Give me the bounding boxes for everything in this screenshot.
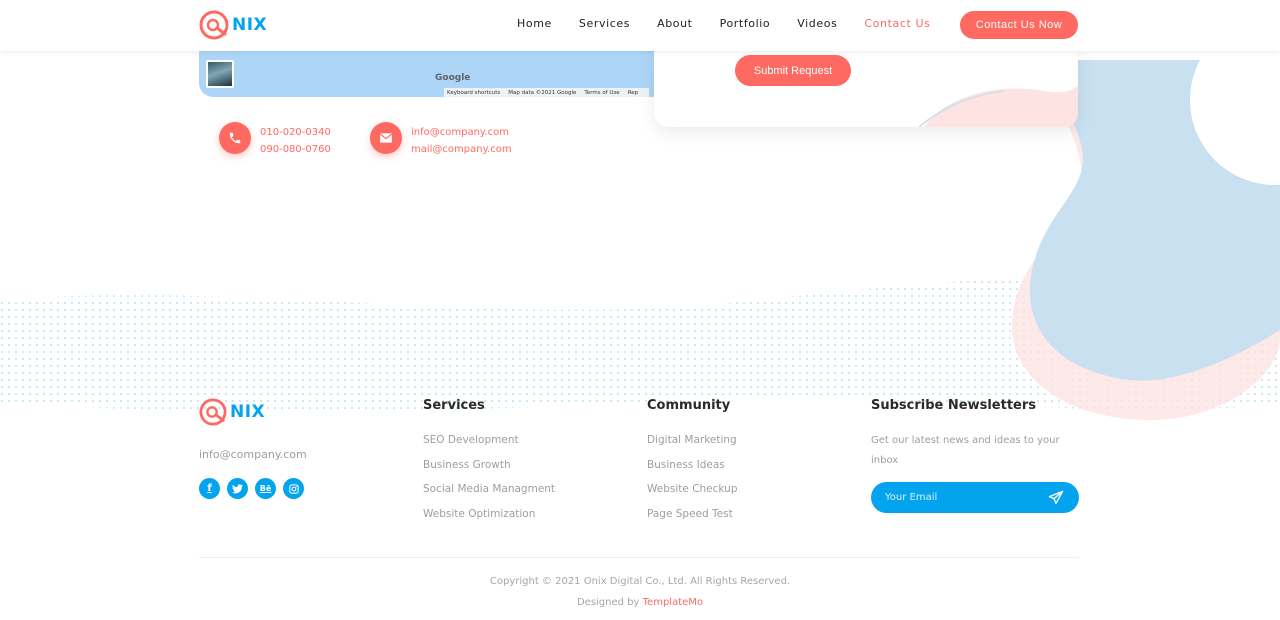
paper-plane-icon[interactable] [1048, 490, 1064, 506]
logo-text: NIX [232, 15, 268, 35]
contact-us-now-button[interactable]: Contact Us Now [960, 11, 1078, 39]
community-link[interactable]: Business Ideas [647, 459, 738, 484]
phone-number-2[interactable]: 090-080-0760 [260, 141, 331, 158]
community-link[interactable]: Digital Marketing [647, 434, 738, 459]
map-keyboard-shortcuts[interactable]: Keyboard shortcuts [447, 90, 500, 96]
community-link[interactable]: Page Speed Test [647, 508, 738, 533]
designed-by: Designed by TemplateMo [0, 597, 1280, 608]
phone-icon [219, 122, 251, 154]
designed-by-label: Designed by [576, 597, 640, 608]
submit-request-button[interactable]: Submit Request [735, 55, 851, 86]
email-address-2[interactable]: mail@company.com [411, 141, 512, 158]
site-header: NIX Home Services About Portfolio Videos… [0, 0, 1280, 51]
social-links: f Bē [199, 478, 311, 499]
map-terms-link[interactable]: Terms of Use [584, 90, 619, 96]
header-logo[interactable]: NIX [199, 10, 267, 40]
phone-info: 010-020-0340 090-080-0760 [219, 122, 331, 158]
map-data-credit: Map data ©2021 Google [508, 89, 577, 96]
dotted-wave [0, 274, 1280, 412]
services-link[interactable]: SEO Development [423, 434, 555, 459]
map-satellite-toggle[interactable] [206, 60, 234, 88]
services-link[interactable]: Website Optimization [423, 508, 555, 533]
footer-logo[interactable]: NIX [199, 398, 265, 426]
newsletter-form [871, 482, 1079, 513]
form-card-decoration [918, 86, 1078, 127]
nav-videos[interactable]: Videos [797, 17, 837, 30]
services-link[interactable]: Business Growth [423, 459, 555, 484]
footer-newsletter: Subscribe Newsletters [871, 398, 1036, 413]
map-attribution: Keyboard shortcuts Map data ©2021 Google… [444, 88, 650, 97]
behance-icon[interactable]: Bē [255, 478, 276, 499]
google-map[interactable]: Google Keyboard shortcuts Map data ©2021… [199, 51, 654, 97]
logo-text: NIX [230, 402, 266, 422]
community-link[interactable]: Website Checkup [647, 483, 738, 508]
footer-email[interactable]: info@company.com [199, 448, 307, 461]
instagram-icon[interactable] [283, 478, 304, 499]
nav-contact-us[interactable]: Contact Us [864, 17, 930, 30]
contact-form-card: Submit Request [654, 46, 1078, 127]
newsletter-description: Get our latest news and ideas to your in… [871, 435, 1060, 466]
nav-services[interactable]: Services [579, 17, 630, 30]
phone-number-1[interactable]: 010-020-0340 [260, 124, 331, 141]
newsletter-email-input[interactable] [871, 482, 1041, 513]
nav-about[interactable]: About [657, 17, 693, 30]
nav-home[interactable]: Home [517, 17, 552, 30]
footer-divider [199, 557, 1079, 558]
newsletter-heading: Subscribe Newsletters [871, 398, 1036, 413]
map-report-link[interactable]: Rep [628, 90, 638, 96]
templatemo-link[interactable]: TemplateMo [643, 597, 703, 608]
twitter-icon[interactable] [227, 478, 248, 499]
email-info: info@company.com mail@company.com [370, 122, 512, 158]
copyright-text: Copyright © 2021 Onix Digital Co., Ltd. … [489, 576, 791, 587]
nav-portfolio[interactable]: Portfolio [720, 17, 771, 30]
community-heading: Community [647, 398, 731, 413]
google-watermark: Google [435, 73, 471, 83]
email-address-1[interactable]: info@company.com [411, 124, 512, 141]
main-nav: Home Services About Portfolio Videos Con… [517, 17, 958, 30]
footer-community: Community Digital Marketing Business Ide… [647, 398, 738, 532]
services-heading: Services [423, 398, 485, 413]
logo-mark-icon [199, 10, 229, 40]
facebook-icon[interactable]: f [199, 478, 220, 499]
logo-mark-icon [199, 398, 227, 426]
envelope-icon [370, 122, 402, 154]
footer-services: Services SEO Development Business Growth… [423, 398, 555, 532]
services-link[interactable]: Social Media Managment [423, 483, 555, 508]
